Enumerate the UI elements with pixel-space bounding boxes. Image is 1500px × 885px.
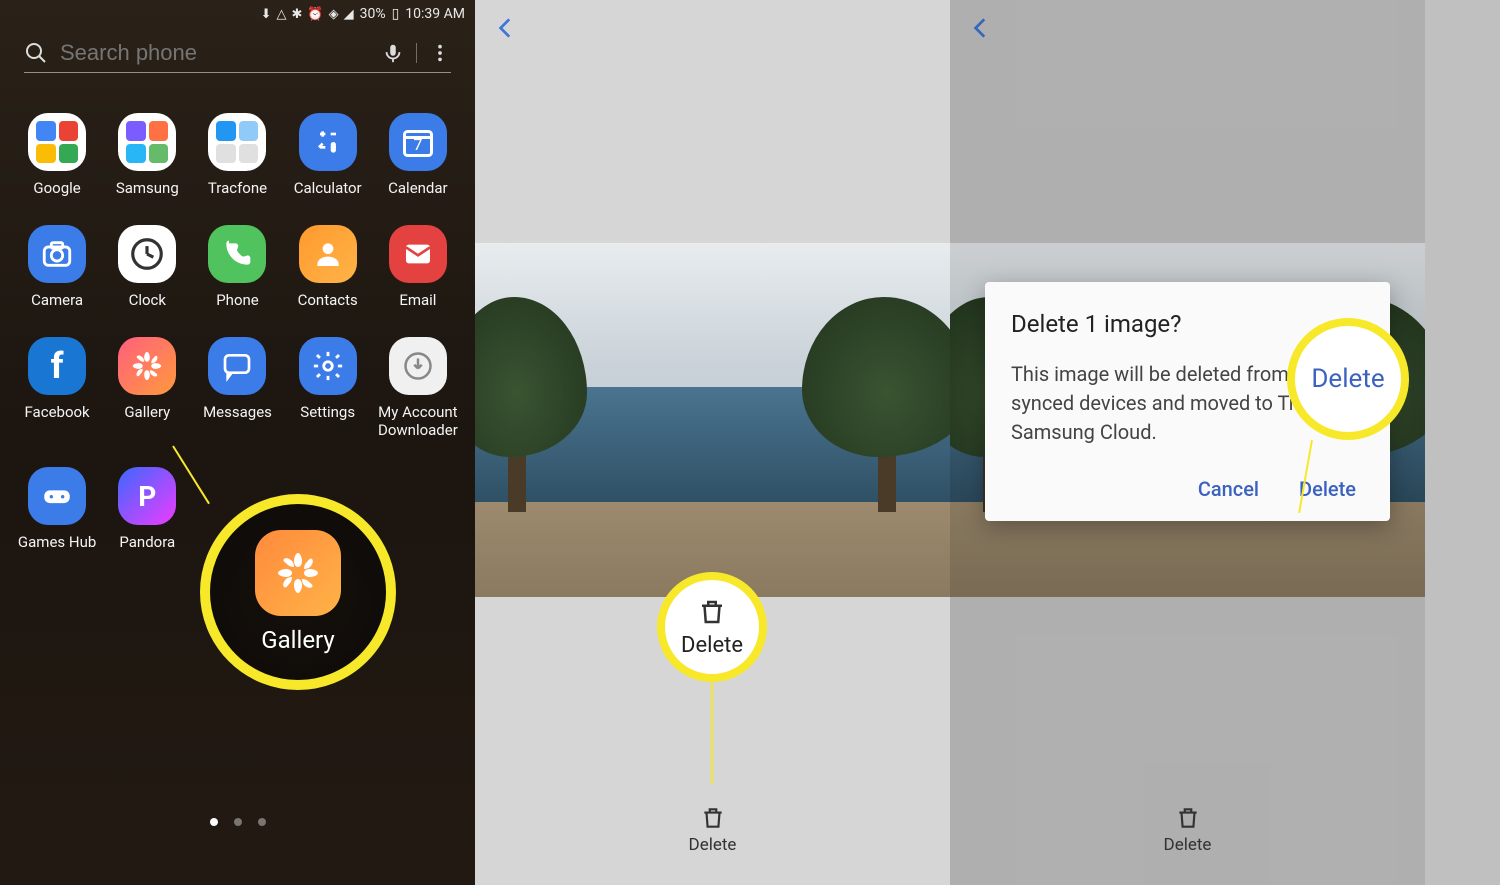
screen-delete-confirm: Delete 1 image? This image will be delet… — [950, 0, 1425, 885]
battery-icon: ▯ — [392, 6, 400, 22]
cancel-button[interactable]: Cancel — [1198, 477, 1259, 501]
delete-label: Delete — [689, 835, 737, 855]
app-label: Email — [399, 291, 436, 309]
app-label: Calculator — [294, 179, 362, 197]
app-label: Pandora — [119, 533, 175, 551]
app-email[interactable]: Email — [373, 225, 463, 309]
trash-icon — [1175, 805, 1201, 831]
messages-icon — [208, 337, 266, 395]
app-camera[interactable]: Camera — [12, 225, 102, 309]
trash-icon — [700, 805, 726, 831]
app-messages[interactable]: Messages — [192, 337, 282, 439]
contacts-icon — [299, 225, 357, 283]
delete-button[interactable]: Delete — [689, 805, 737, 855]
delete-button[interactable]: Delete — [1164, 805, 1212, 855]
alarm-icon: ⏰ — [307, 7, 323, 22]
gallery-icon — [118, 337, 176, 395]
bottom-bar: Delete — [475, 775, 950, 885]
gallery-icon — [255, 530, 341, 616]
phone-icon — [208, 225, 266, 283]
app-label: Camera — [31, 291, 83, 309]
app-label: Calendar — [388, 179, 448, 197]
app-facebook[interactable]: f Facebook — [12, 337, 102, 439]
cast-icon: △ — [276, 7, 286, 22]
wifi-icon: ◈ — [329, 7, 339, 22]
app-label: Games Hub — [18, 533, 96, 551]
divider — [416, 43, 417, 63]
callout-delete: Delete — [657, 572, 767, 682]
clock-icon — [118, 225, 176, 283]
folder-icon — [118, 113, 176, 171]
signal-icon: ◢ — [344, 7, 354, 22]
app-label: Clock — [129, 291, 166, 309]
app-label: My Account Downloader — [373, 403, 463, 439]
folder-icon — [28, 113, 86, 171]
delete-label: Delete — [1164, 835, 1212, 855]
email-icon — [389, 225, 447, 283]
app-settings[interactable]: Settings — [283, 337, 373, 439]
callout-delete-dialog: Delete — [1287, 318, 1409, 440]
app-samsung[interactable]: Samsung — [102, 113, 192, 197]
app-calendar[interactable]: 7 Calendar — [373, 113, 463, 197]
app-gameshub[interactable]: Games Hub — [12, 467, 102, 551]
app-tracfone[interactable]: Tracfone — [192, 113, 282, 197]
trash-icon — [697, 597, 727, 627]
callout-label: Delete — [681, 633, 743, 658]
status-bar: ⬇ △ ✱ ⏰ ◈ ◢ 30% ▯ 10:39 AM — [0, 0, 475, 28]
app-pandora[interactable]: P Pandora — [102, 467, 192, 551]
pandora-icon: P — [118, 467, 176, 525]
battery-percent: 30% — [360, 6, 386, 22]
app-google[interactable]: Google — [12, 113, 102, 197]
screen-gallery-viewer: Delete Delete — [475, 0, 950, 885]
delete-confirm-button[interactable]: Delete — [1299, 477, 1356, 501]
app-label: Facebook — [25, 403, 90, 421]
calendar-icon: 7 — [389, 113, 447, 171]
callout-line — [711, 682, 713, 784]
app-label: Tracfone — [208, 179, 267, 197]
app-label: Gallery — [124, 403, 170, 421]
app-label: Samsung — [116, 179, 179, 197]
viewer-toolbar — [475, 0, 950, 56]
app-phone[interactable]: Phone — [192, 225, 282, 309]
app-label: Google — [33, 179, 80, 197]
bottom-bar: Delete — [950, 775, 1425, 885]
mic-icon[interactable] — [382, 42, 404, 64]
dialog-actions: Cancel Delete — [1011, 477, 1364, 509]
download-icon: ⬇ — [261, 7, 272, 22]
status-icons: ⬇ △ ✱ ⏰ ◈ ◢ — [261, 7, 354, 22]
clock-time: 10:39 AM — [405, 6, 465, 22]
search-icon — [24, 41, 48, 65]
photo[interactable] — [475, 243, 950, 597]
app-label: Contacts — [298, 291, 358, 309]
gamepad-icon — [28, 467, 86, 525]
apps-grid: Google Samsung Tracfone Calculator — [0, 83, 475, 551]
app-calculator[interactable]: Calculator — [283, 113, 373, 197]
page-indicator — [0, 811, 475, 830]
app-label: Messages — [203, 403, 272, 421]
settings-icon — [299, 337, 357, 395]
screen-app-drawer: ⬇ △ ✱ ⏰ ◈ ◢ 30% ▯ 10:39 AM Google — [0, 0, 475, 885]
kebab-icon[interactable] — [429, 42, 451, 64]
facebook-icon: f — [28, 337, 86, 395]
app-contacts[interactable]: Contacts — [283, 225, 373, 309]
app-clock[interactable]: Clock — [102, 225, 192, 309]
download-icon — [389, 337, 447, 395]
bluetooth-icon: ✱ — [291, 7, 302, 22]
folder-icon — [208, 113, 266, 171]
app-myaccount[interactable]: My Account Downloader — [373, 337, 463, 439]
callout-gallery: Gallery — [200, 494, 396, 690]
callout-label: Delete — [1311, 364, 1384, 394]
calculator-icon — [299, 113, 357, 171]
back-icon[interactable] — [493, 15, 519, 41]
app-label: Phone — [216, 291, 259, 309]
search-bar[interactable] — [24, 40, 451, 73]
camera-icon — [28, 225, 86, 283]
callout-label: Gallery — [261, 626, 335, 654]
app-gallery[interactable]: Gallery — [102, 337, 192, 439]
app-label: Settings — [300, 403, 355, 421]
search-input[interactable] — [60, 40, 370, 66]
